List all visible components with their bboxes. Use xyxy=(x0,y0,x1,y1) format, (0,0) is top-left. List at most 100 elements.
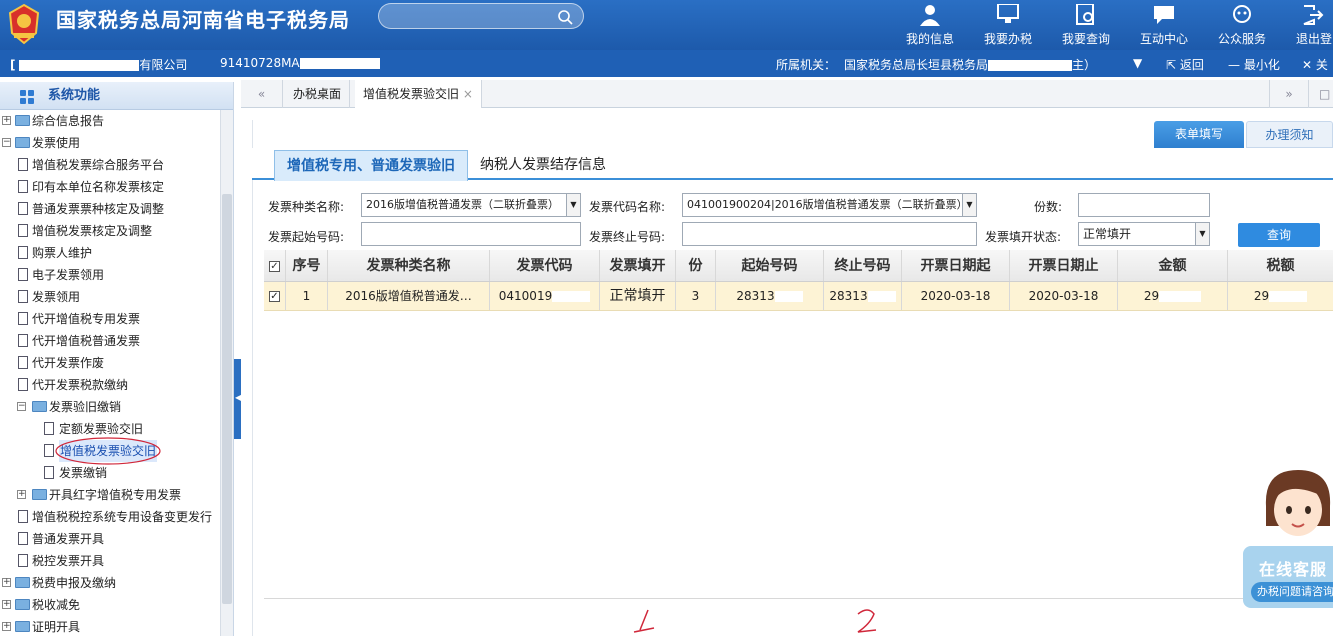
chevron-down-icon[interactable]: ▼ xyxy=(962,194,976,216)
expand-icon[interactable]: + xyxy=(2,622,11,631)
sidebar-title: 系统功能 xyxy=(48,88,101,103)
back-button[interactable]: ⇱ 返回 xyxy=(1166,56,1204,73)
document-icon xyxy=(18,268,28,281)
row-checkbox[interactable]: ✓ xyxy=(264,282,286,310)
folder-icon xyxy=(15,621,30,632)
customer-service-avatar-icon[interactable] xyxy=(1258,466,1333,550)
online-service-title: 在线客服 xyxy=(1259,560,1328,579)
online-service-widget[interactable]: 在线客服 办税问题请咨询 xyxy=(1243,546,1333,608)
taxpayer-info-bar: [ 有限公司 91410728MA 所属机关： 国家税务总局长垣县税务局 主） ▼… xyxy=(0,50,1333,77)
search-icon[interactable] xyxy=(557,9,573,25)
sidebar-header: 系统功能 xyxy=(0,82,233,110)
page-tabs: « 办税桌面 增值税发票验交旧 × » □ xyxy=(241,80,1333,108)
invoice-code-label: 发票代码名称: xyxy=(589,200,666,214)
tree-label: 发票验旧缴销 xyxy=(49,400,122,414)
nav-my-info[interactable]: 我的信息 xyxy=(894,0,966,50)
tree-label: 增值税发票核定及调整 xyxy=(32,224,153,238)
annotation-oval xyxy=(55,437,161,465)
end-number-label: 发票终止号码: xyxy=(589,230,666,244)
tree-label: 代开增值税普通发票 xyxy=(32,334,141,348)
nav-logout[interactable]: 退出登 xyxy=(1284,0,1333,50)
nav-label: 互动中心 xyxy=(1139,32,1188,46)
nav-label: 退出登 xyxy=(1296,32,1333,46)
tree-label: 代开增值税专用发票 xyxy=(32,312,141,326)
tab-vat-invoice-verify[interactable]: 增值税专用、普通发票验旧 xyxy=(274,150,468,181)
office-dropdown-icon[interactable]: ▼ xyxy=(1133,56,1142,70)
nav-public-service[interactable]: 公众服务 xyxy=(1206,0,1278,50)
expand-icon[interactable]: + xyxy=(17,490,26,499)
start-number-label: 发票起始号码: xyxy=(268,230,345,244)
tree-label: 发票使用 xyxy=(32,136,81,150)
col-type[interactable]: 发票种类名称 xyxy=(328,250,490,281)
col-seq[interactable]: 序号 xyxy=(286,250,328,281)
expand-icon[interactable]: + xyxy=(2,600,11,609)
expand-icon[interactable]: + xyxy=(2,116,11,125)
chevron-down-icon[interactable]: ▼ xyxy=(566,194,580,216)
document-icon xyxy=(18,378,28,391)
nav-interaction[interactable]: 互动中心 xyxy=(1128,0,1200,50)
tabs-menu-icon[interactable]: □ xyxy=(1311,80,1333,108)
grid-icon xyxy=(20,90,34,104)
start-number-input[interactable] xyxy=(361,222,581,246)
select-value: 041001900204|2016版增值税普通发票（二联折叠票） xyxy=(687,198,968,211)
invoice-code-select[interactable]: 041001900204|2016版增值税普通发票（二联折叠票） ▼ xyxy=(682,193,977,217)
tab-taxpayer-stock[interactable]: 纳税人发票结存信息 xyxy=(468,150,618,181)
expand-icon[interactable]: + xyxy=(2,578,11,587)
end-number-input[interactable] xyxy=(682,222,977,246)
select-all-checkbox[interactable]: ✓ xyxy=(264,250,286,281)
tab-close-icon[interactable]: × xyxy=(463,87,473,101)
count-label: 份数: xyxy=(1034,200,1063,214)
close-button[interactable]: ✕ 关 xyxy=(1302,56,1328,73)
col-amount[interactable]: 金额 xyxy=(1118,250,1228,281)
chevron-down-icon[interactable]: ▼ xyxy=(1195,223,1209,245)
col-date-to[interactable]: 开票日期止 xyxy=(1010,250,1118,281)
count-input[interactable] xyxy=(1078,193,1210,217)
tab-home[interactable]: 办税桌面 xyxy=(285,80,351,108)
business-tabs: 增值税专用、普通发票验旧 纳税人发票结存信息 xyxy=(252,148,1333,181)
document-icon xyxy=(18,510,28,523)
search-input[interactable] xyxy=(378,3,584,29)
tab-handling-notice[interactable]: 办理须知 xyxy=(1246,121,1333,148)
fill-status-label: 发票填开状态: xyxy=(985,230,1062,244)
nav-label: 公众服务 xyxy=(1217,32,1266,46)
tree-label: 税控发票开具 xyxy=(32,554,105,568)
top-header: 国家税务总局河南省电子税务局 我的信息 我要办税 我要查询 互动中心 公众服务 … xyxy=(0,0,1333,50)
col-end[interactable]: 终止号码 xyxy=(824,250,902,281)
monitor-icon xyxy=(997,4,1019,23)
fill-status-select[interactable]: 正常填开 ▼ xyxy=(1078,222,1210,246)
tabs-next-icon[interactable]: » xyxy=(1269,80,1309,108)
tab-vat-verify[interactable]: 增值税发票验交旧 × xyxy=(355,80,482,108)
col-start[interactable]: 起始号码 xyxy=(716,250,824,281)
user-icon xyxy=(920,5,940,26)
tree-label: 开具红字增值税专用发票 xyxy=(49,488,182,502)
sidebar: 系统功能 + 综合信息报告 − 发票使用 增值税发票综合服务平台 印有本单位名称发票… xyxy=(0,82,234,636)
nav-do-tax[interactable]: 我要办税 xyxy=(972,0,1044,50)
tabs-prev-icon[interactable]: « xyxy=(241,80,283,108)
table-row[interactable]: ✓ 1 2016版增值税普通发… 0410019 正常填开 3 28313 28… xyxy=(264,282,1333,311)
checkbox-icon[interactable]: ✓ xyxy=(269,291,280,302)
tree-label: 综合信息报告 xyxy=(32,114,105,128)
checkbox-icon[interactable]: ✓ xyxy=(269,260,280,272)
col-date-from[interactable]: 开票日期起 xyxy=(902,250,1010,281)
query-button[interactable]: 查询 xyxy=(1238,223,1320,247)
sidebar-scroll-thumb[interactable] xyxy=(222,194,232,604)
invoice-type-select[interactable]: 2016版增值税普通发票（二联折叠票） ▼ xyxy=(361,193,581,217)
folder-icon xyxy=(15,599,30,610)
col-status[interactable]: 发票填开 xyxy=(600,250,676,281)
invoice-type-label: 发票种类名称: xyxy=(268,200,345,214)
tree-label: 购票人维护 xyxy=(32,246,93,260)
nav-query[interactable]: 我要查询 xyxy=(1050,0,1122,50)
col-count[interactable]: 份 xyxy=(676,250,716,281)
panel-collapse-handle[interactable]: ◀ xyxy=(234,359,241,439)
col-code[interactable]: 发票代码 xyxy=(490,250,600,281)
collapse-icon[interactable]: − xyxy=(2,138,11,147)
nav-label: 我的信息 xyxy=(905,32,954,46)
document-icon xyxy=(18,202,28,215)
collapse-icon[interactable]: − xyxy=(17,402,26,411)
tree-label: 普通发票票种核定及调整 xyxy=(32,202,165,216)
grid-bottom-border xyxy=(264,598,1333,599)
minimize-button[interactable]: — 最小化 xyxy=(1228,56,1280,73)
tab-form-fill[interactable]: 表单填写 xyxy=(1154,121,1244,148)
tree-label: 税费申报及缴纳 xyxy=(32,576,117,590)
col-tax[interactable]: 税额 xyxy=(1228,250,1333,281)
